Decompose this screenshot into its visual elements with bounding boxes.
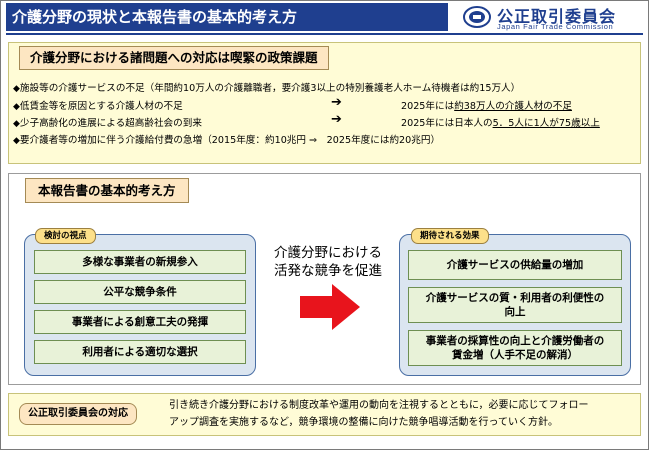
issues-box: 介護分野における諸問題への対応は喫緊の政策課題 ◆施設等の介護サービスの不足（年… xyxy=(8,42,641,164)
diamond-bullet-icon: ◆ xyxy=(13,136,20,146)
issue-bullet: ◆要介護者等の増加に伴う介護給付費の急増（2015年度：約10兆円 ⇒ 2025… xyxy=(13,132,440,146)
middle-statement: 介護分野における 活発な競争を促進 xyxy=(264,244,392,280)
issue-text: 要介護者等の増加に伴う介護給付費の急増（2015年度：約10兆円 ⇒ 2025年… xyxy=(19,135,441,146)
diamond-bullet-icon: ◆ xyxy=(13,102,20,112)
viewpoint-item: 公平な競争条件 xyxy=(34,280,246,304)
effect-item: 事業者の採算性の向上と介護労働者の 賃金増（人手不足の解消） xyxy=(408,330,622,366)
diamond-bullet-icon: ◆ xyxy=(13,119,20,129)
effect-item: 介護サービスの供給量の増加 xyxy=(408,250,622,280)
arrow-right-icon: ➔ xyxy=(331,112,342,127)
header-rule xyxy=(6,33,643,35)
issue-text: 少子高齢化の進展による超高齢社会の到来 xyxy=(19,118,202,129)
middle-line: 活発な競争を促進 xyxy=(274,263,382,280)
issue-bullet: ◆少子高齢化の進展による超高齢社会の到来 xyxy=(13,115,202,129)
issue-text: 低賃金等を原因とする介護人材の不足 xyxy=(19,101,183,112)
page-title: 介護分野の現状と本報告書の基本的考え方 xyxy=(6,3,448,31)
response-box: 公正取引委員会の対応 引き続き介護分野における制度改革や運用の動向を注視するとと… xyxy=(8,393,641,436)
arrow-right-icon xyxy=(300,284,360,330)
viewpoint-item: 事業者による創意工夫の発揮 xyxy=(34,310,246,334)
issue-text: 施設等の介護サービスの不足（年間約10万人の介護離職者，要介護3以上の特別養護老… xyxy=(19,83,521,94)
viewpoint-item: 多様な事業者の新規参入 xyxy=(34,250,246,274)
issue-result-emphasis: 約38万人の介護人材の不足 xyxy=(454,101,572,112)
basic-heading: 本報告書の基本的考え方 xyxy=(25,178,189,203)
jftc-logo-icon xyxy=(463,6,491,28)
middle-line: 介護分野における xyxy=(274,245,382,261)
response-text: 引き続き介護分野における制度改革や運用の動向を注視するとともに，必要に応じてフォ… xyxy=(169,400,589,428)
viewpoint-item: 利用者による適切な選択 xyxy=(34,340,246,364)
effects-tag: 期待される効果 xyxy=(411,228,489,244)
issue-result-emphasis: 5．5人に1人が75歳以上 xyxy=(492,118,600,129)
header: 介護分野の現状と本報告書の基本的考え方 公正取引委員会 Japan Fair T… xyxy=(0,0,649,36)
issue-result: 2025年には約38万人の介護人材の不足 xyxy=(401,101,572,112)
viewpoint-tag: 検討の視点 xyxy=(35,228,96,244)
issue-bullet: ◆施設等の介護サービスの不足（年間約10万人の介護離職者，要介護3以上の特別養護… xyxy=(13,80,520,94)
response-tag: 公正取引委員会の対応 xyxy=(19,403,137,425)
arrow-right-icon: ➔ xyxy=(331,95,342,110)
issue-bullet: ◆低賃金等を原因とする介護人材の不足 xyxy=(13,98,183,112)
org-name-en: Japan Fair Trade Commission xyxy=(497,22,614,31)
effect-item: 介護サービスの質・利用者の利便性の 向上 xyxy=(408,287,622,323)
diamond-bullet-icon: ◆ xyxy=(13,84,20,94)
issues-heading: 介護分野における諸問題への対応は喫緊の政策課題 xyxy=(19,46,329,70)
issue-result: 2025年には日本人の5．5人に1人が75歳以上 xyxy=(401,118,600,129)
